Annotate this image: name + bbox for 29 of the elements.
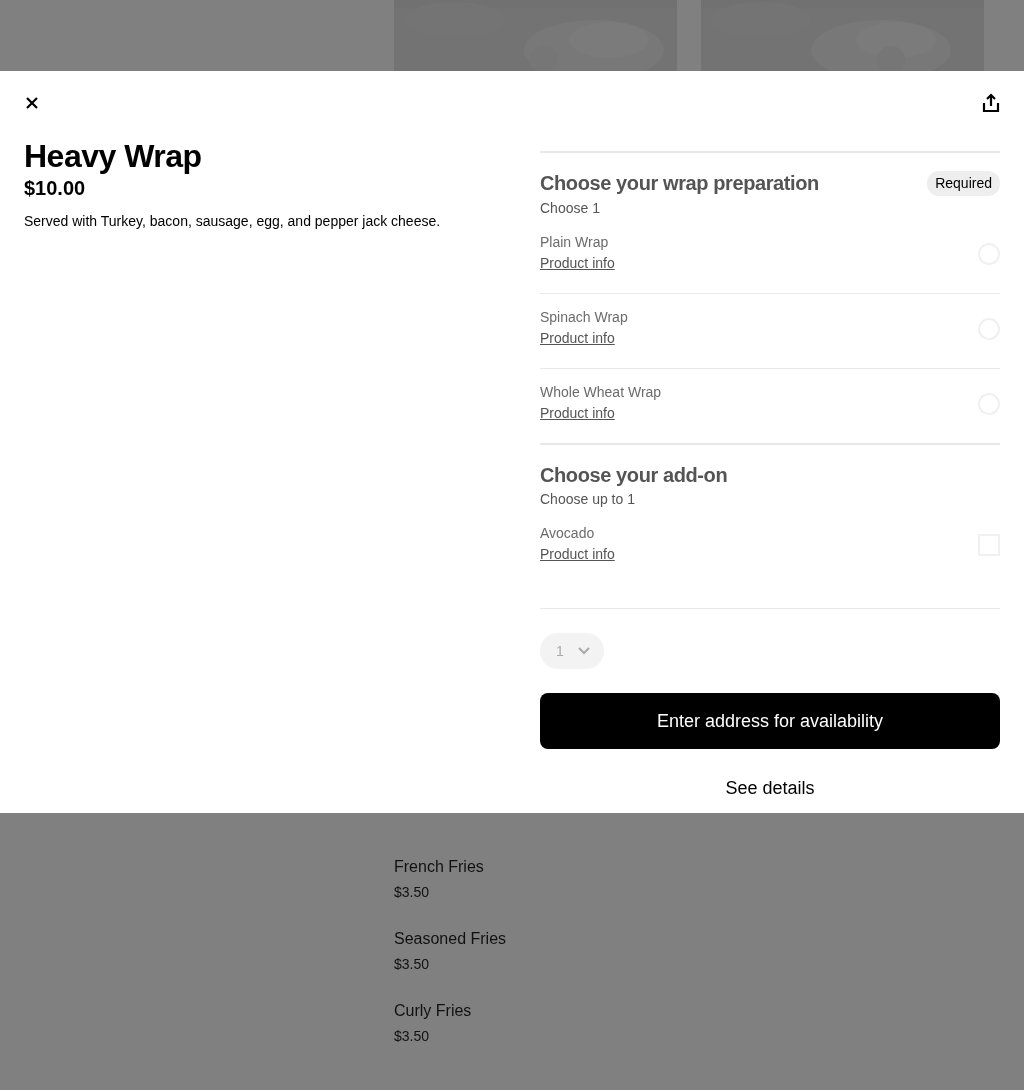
required-tag: Required bbox=[927, 171, 1000, 196]
menu-item-price: $3.50 bbox=[394, 1027, 431, 1045]
option-name: Whole Wheat Wrap bbox=[540, 383, 662, 401]
group-title: Choose your add-on bbox=[540, 463, 728, 487]
share-button[interactable] bbox=[982, 93, 1000, 113]
menu-item-price: $3.50 bbox=[394, 883, 431, 901]
chevron-down-icon bbox=[577, 647, 590, 655]
group-subtitle: Choose 1 bbox=[540, 199, 601, 218]
group-subtitle: Choose up to 1 bbox=[540, 490, 636, 509]
share-icon bbox=[982, 93, 1000, 113]
menu-item-name: Seasoned Fries bbox=[394, 929, 508, 949]
see-details-button[interactable]: See details bbox=[717, 771, 823, 806]
item-title: Heavy Wrap bbox=[24, 137, 203, 175]
availability-button[interactable]: Enter address for availability bbox=[540, 693, 1000, 749]
product-info-link[interactable]: Product info bbox=[540, 405, 615, 421]
product-info-link[interactable]: Product info bbox=[540, 255, 615, 271]
close-button[interactable] bbox=[24, 95, 40, 111]
item-description: Served with Turkey, bacon, sausage, egg, and pepper jack cheese. bbox=[24, 212, 442, 231]
product-info-link[interactable]: Product info bbox=[540, 330, 615, 346]
product-info-link[interactable]: Product info bbox=[540, 546, 615, 562]
menu-item-name: Curly Fries bbox=[394, 1001, 473, 1021]
group-title: Choose your wrap preparation bbox=[540, 171, 819, 195]
menu-item-name: French Fries bbox=[394, 857, 485, 877]
option-name: Avocado bbox=[540, 524, 596, 542]
option-name: Spinach Wrap bbox=[540, 308, 628, 326]
item-price: $10.00 bbox=[24, 176, 87, 201]
option-name: Plain Wrap bbox=[540, 233, 610, 251]
menu-item-price: $3.50 bbox=[394, 955, 431, 973]
close-icon bbox=[24, 95, 40, 111]
